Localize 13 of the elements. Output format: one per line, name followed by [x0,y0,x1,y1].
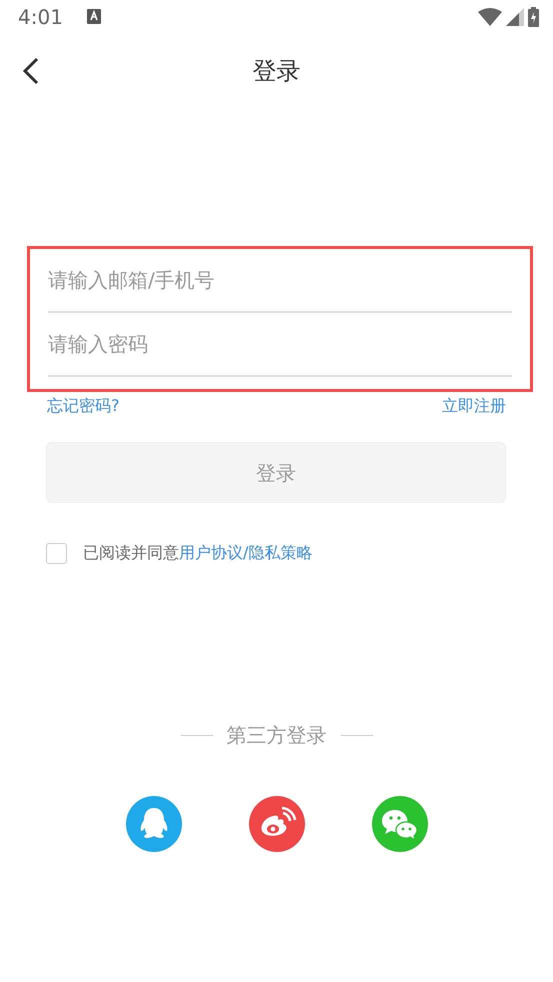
wifi-icon [478,8,502,26]
register-link[interactable]: 立即注册 [442,394,506,418]
keyboard-app-icon [86,9,101,24]
battery-icon [528,6,539,26]
privacy-link[interactable]: 隐私策略 [248,543,312,562]
agreement-checkbox[interactable] [46,542,67,564]
third-party-title: 第三方登录 [226,722,326,749]
page-title: 登录 [252,56,300,87]
status-time: 4:01 [18,4,63,30]
signal-icon [506,8,524,26]
terms-link[interactable]: 用户协议 [179,543,243,562]
agreement-text: 已阅读并同意用户协议/隐私策略 [83,542,312,564]
forgot-password-link[interactable]: 忘记密码? [47,394,120,418]
